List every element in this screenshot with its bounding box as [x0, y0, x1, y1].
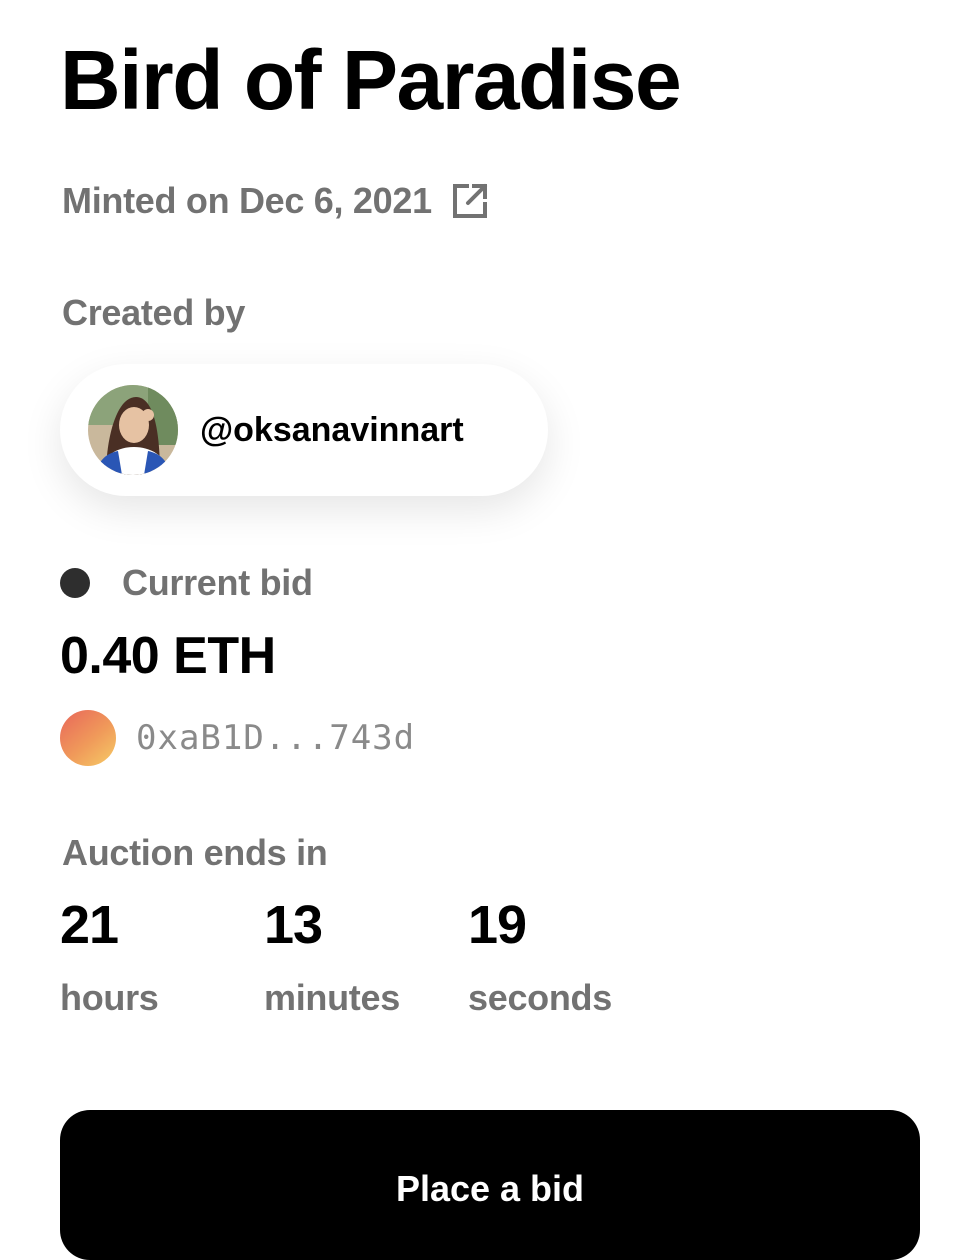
external-link-icon[interactable]: [450, 181, 490, 221]
minted-date: Minted on Dec 6, 2021: [62, 180, 432, 221]
countdown-hours-label: hours: [60, 977, 159, 1019]
creator-avatar: [88, 385, 178, 475]
creator-profile-link[interactable]: @oksanavinnart: [60, 364, 548, 496]
bidder-link[interactable]: 0xaB1D...743d: [60, 710, 415, 766]
place-bid-button[interactable]: Place a bid: [60, 1110, 920, 1260]
nft-title: Bird of Paradise: [60, 33, 682, 127]
bidder-avatar: [60, 710, 116, 766]
current-bid-header: Current bid: [60, 562, 313, 604]
countdown-seconds-label: seconds: [468, 977, 612, 1019]
creator-handle: @oksanavinnart: [200, 410, 464, 449]
current-bid-label: Current bid: [122, 562, 313, 603]
countdown-hours: 21 hours: [60, 895, 159, 1019]
minted-info: Minted on Dec 6, 2021: [62, 180, 490, 222]
countdown-minutes-label: minutes: [264, 977, 400, 1019]
countdown-seconds: 19 seconds: [468, 895, 612, 1019]
countdown-hours-value: 21: [60, 895, 119, 955]
countdown-seconds-value: 19: [468, 895, 527, 955]
countdown-minutes: 13 minutes: [264, 895, 400, 1019]
created-by-label: Created by: [62, 292, 246, 333]
bidder-address: 0xaB1D...743d: [136, 718, 416, 758]
status-dot: [60, 568, 90, 598]
countdown-minutes-value: 13: [264, 895, 323, 955]
current-bid-amount: 0.40 ETH: [60, 627, 276, 685]
auction-ends-label: Auction ends in: [62, 832, 328, 873]
